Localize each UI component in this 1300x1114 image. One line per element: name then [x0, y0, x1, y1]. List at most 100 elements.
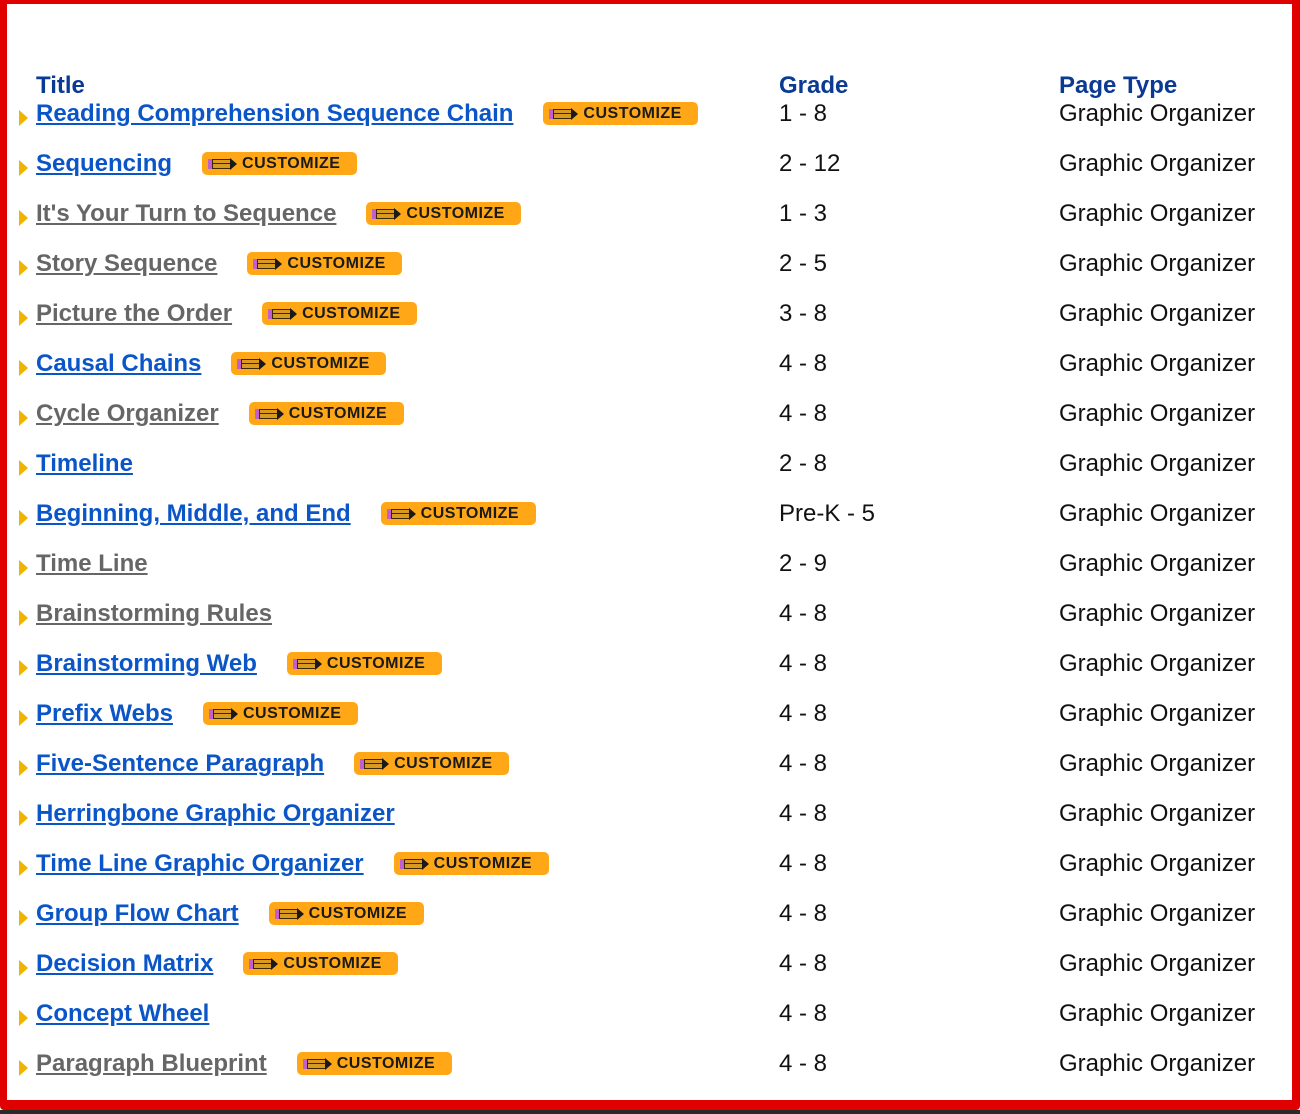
list-item: It's Your Turn to Sequence CUSTOMIZE 1 -… — [7, 199, 1297, 233]
grade-value: 4 - 8 — [779, 800, 828, 827]
title-link[interactable]: Reading Comprehension Sequence Chain — [36, 99, 513, 129]
customize-button[interactable]: CUSTOMIZE — [354, 752, 510, 775]
title-link[interactable]: Prefix Webs — [36, 699, 173, 729]
grade-value: 4 - 8 — [779, 350, 828, 377]
list-item: Beginning, Middle, and End CUSTOMIZE Pre… — [7, 499, 1297, 533]
title-link[interactable]: Paragraph Blueprint — [36, 1049, 267, 1079]
page-type-value: Graphic Organizer — [1059, 850, 1256, 877]
customize-button[interactable]: CUSTOMIZE — [366, 202, 522, 225]
title-link[interactable]: Beginning, Middle, and End — [36, 499, 351, 529]
bullet-arrow-icon — [19, 110, 28, 126]
page-type-value: Graphic Organizer — [1059, 1000, 1256, 1027]
customize-button[interactable]: CUSTOMIZE — [262, 302, 418, 325]
bullet-arrow-icon — [19, 410, 28, 426]
grade-value: 2 - 12 — [779, 150, 841, 177]
bullet-arrow-icon — [19, 610, 28, 626]
title-link[interactable]: Cycle Organizer — [36, 399, 219, 429]
bullet-arrow-icon — [19, 560, 28, 576]
page-type-value: Graphic Organizer — [1059, 450, 1256, 477]
title-link[interactable]: Time Line — [36, 549, 148, 579]
pencil-icon — [249, 957, 279, 970]
pencil-icon — [253, 257, 283, 270]
customize-label: CUSTOMIZE — [308, 904, 408, 922]
customize-button[interactable]: CUSTOMIZE — [202, 702, 358, 725]
title-link[interactable]: Picture the Order — [36, 299, 232, 329]
bullet-arrow-icon — [19, 910, 28, 926]
grade-value: 4 - 8 — [779, 750, 828, 777]
customize-button[interactable]: CUSTOMIZE — [393, 852, 549, 875]
page-type-value: Graphic Organizer — [1059, 1050, 1256, 1077]
title-link[interactable]: Group Flow Chart — [36, 899, 239, 929]
pencil-icon — [372, 207, 402, 220]
title-link[interactable]: Brainstorming Web — [36, 649, 257, 679]
grade-value: 3 - 8 — [779, 300, 828, 327]
column-header-grade: Grade — [779, 72, 849, 99]
customize-button[interactable]: CUSTOMIZE — [543, 102, 699, 125]
title-link[interactable]: Concept Wheel — [36, 999, 209, 1029]
customize-button[interactable]: CUSTOMIZE — [380, 502, 536, 525]
list-item: Group Flow Chart CUSTOMIZE 4 - 8 Graphic… — [7, 899, 1297, 933]
list-item: Prefix Webs CUSTOMIZE 4 - 8 Graphic Orga… — [7, 699, 1297, 733]
customize-label: CUSTOMIZE — [242, 154, 341, 172]
window-bottom-edge — [0, 1110, 1300, 1114]
page-type-value: Graphic Organizer — [1059, 500, 1256, 527]
title-link[interactable]: Brainstorming Rules — [36, 599, 272, 629]
pencil-icon — [237, 357, 267, 370]
page-type-value: Graphic Organizer — [1059, 900, 1256, 927]
customize-button[interactable]: CUSTOMIZE — [248, 402, 404, 425]
grade-value: 2 - 8 — [779, 450, 828, 477]
customize-button[interactable]: CUSTOMIZE — [243, 952, 399, 975]
title-link[interactable]: Five-Sentence Paragraph — [36, 749, 324, 779]
bullet-arrow-icon — [19, 710, 28, 726]
pencil-icon — [386, 507, 417, 520]
title-link[interactable]: Story Sequence — [36, 249, 217, 279]
customize-button[interactable]: CUSTOMIZE — [268, 902, 424, 925]
grade-value: 1 - 8 — [779, 100, 828, 127]
page-type-value: Graphic Organizer — [1059, 750, 1256, 777]
bullet-arrow-icon — [19, 360, 28, 376]
pencil-icon — [399, 857, 430, 870]
bullet-arrow-icon — [19, 310, 28, 326]
customize-label: CUSTOMIZE — [583, 104, 682, 122]
column-header-page-type: Page Type — [1059, 72, 1178, 99]
customize-label: CUSTOMIZE — [302, 304, 401, 322]
list-item: Brainstorming Web CUSTOMIZE 4 - 8 Graphi… — [7, 649, 1297, 683]
page-type-value: Graphic Organizer — [1059, 650, 1256, 677]
title-link[interactable]: Causal Chains — [36, 349, 201, 379]
customize-button[interactable]: CUSTOMIZE — [202, 152, 358, 175]
bullet-arrow-icon — [19, 510, 28, 526]
customize-button[interactable]: CUSTOMIZE — [296, 1052, 452, 1075]
customize-button[interactable]: CUSTOMIZE — [247, 252, 403, 275]
title-link[interactable]: Decision Matrix — [36, 949, 213, 979]
bullet-arrow-icon — [19, 210, 28, 226]
title-link[interactable]: Sequencing — [36, 149, 172, 179]
list-item: Brainstorming Rules 4 - 8 Graphic Organi… — [7, 599, 1297, 633]
list-item: Picture the Order CUSTOMIZE 3 - 8 Graphi… — [7, 299, 1297, 333]
page-type-value: Graphic Organizer — [1059, 600, 1256, 627]
grade-value: Pre-K - 5 — [779, 500, 876, 527]
title-link[interactable]: Time Line Graphic Organizer — [36, 849, 364, 879]
bullet-arrow-icon — [19, 1060, 28, 1076]
pencil-icon — [208, 157, 238, 170]
page-type-value: Graphic Organizer — [1059, 100, 1256, 127]
pencil-icon — [302, 1057, 333, 1070]
grade-value: 2 - 5 — [779, 250, 828, 277]
page-type-value: Graphic Organizer — [1059, 400, 1256, 427]
title-link[interactable]: It's Your Turn to Sequence — [36, 199, 336, 229]
customize-button[interactable]: CUSTOMIZE — [231, 352, 387, 375]
list-item: Time Line 2 - 9 Graphic Organizer — [7, 549, 1297, 583]
customize-label: CUSTOMIZE — [433, 854, 533, 872]
pencil-icon — [268, 307, 298, 320]
bullet-arrow-icon — [19, 810, 28, 826]
pencil-icon — [292, 657, 323, 670]
customize-button[interactable]: CUSTOMIZE — [286, 652, 442, 675]
list-item: Decision Matrix CUSTOMIZE 4 - 8 Graphic … — [7, 949, 1297, 983]
page-type-value: Graphic Organizer — [1059, 250, 1256, 277]
customize-label: CUSTOMIZE — [336, 1054, 436, 1072]
list-item: Herringbone Graphic Organizer 4 - 8 Grap… — [7, 799, 1297, 833]
pencil-icon — [274, 907, 305, 920]
title-link[interactable]: Timeline — [36, 449, 133, 479]
page-type-value: Graphic Organizer — [1059, 700, 1256, 727]
title-link[interactable]: Herringbone Graphic Organizer — [36, 799, 395, 829]
grade-value: 4 - 8 — [779, 1000, 828, 1027]
